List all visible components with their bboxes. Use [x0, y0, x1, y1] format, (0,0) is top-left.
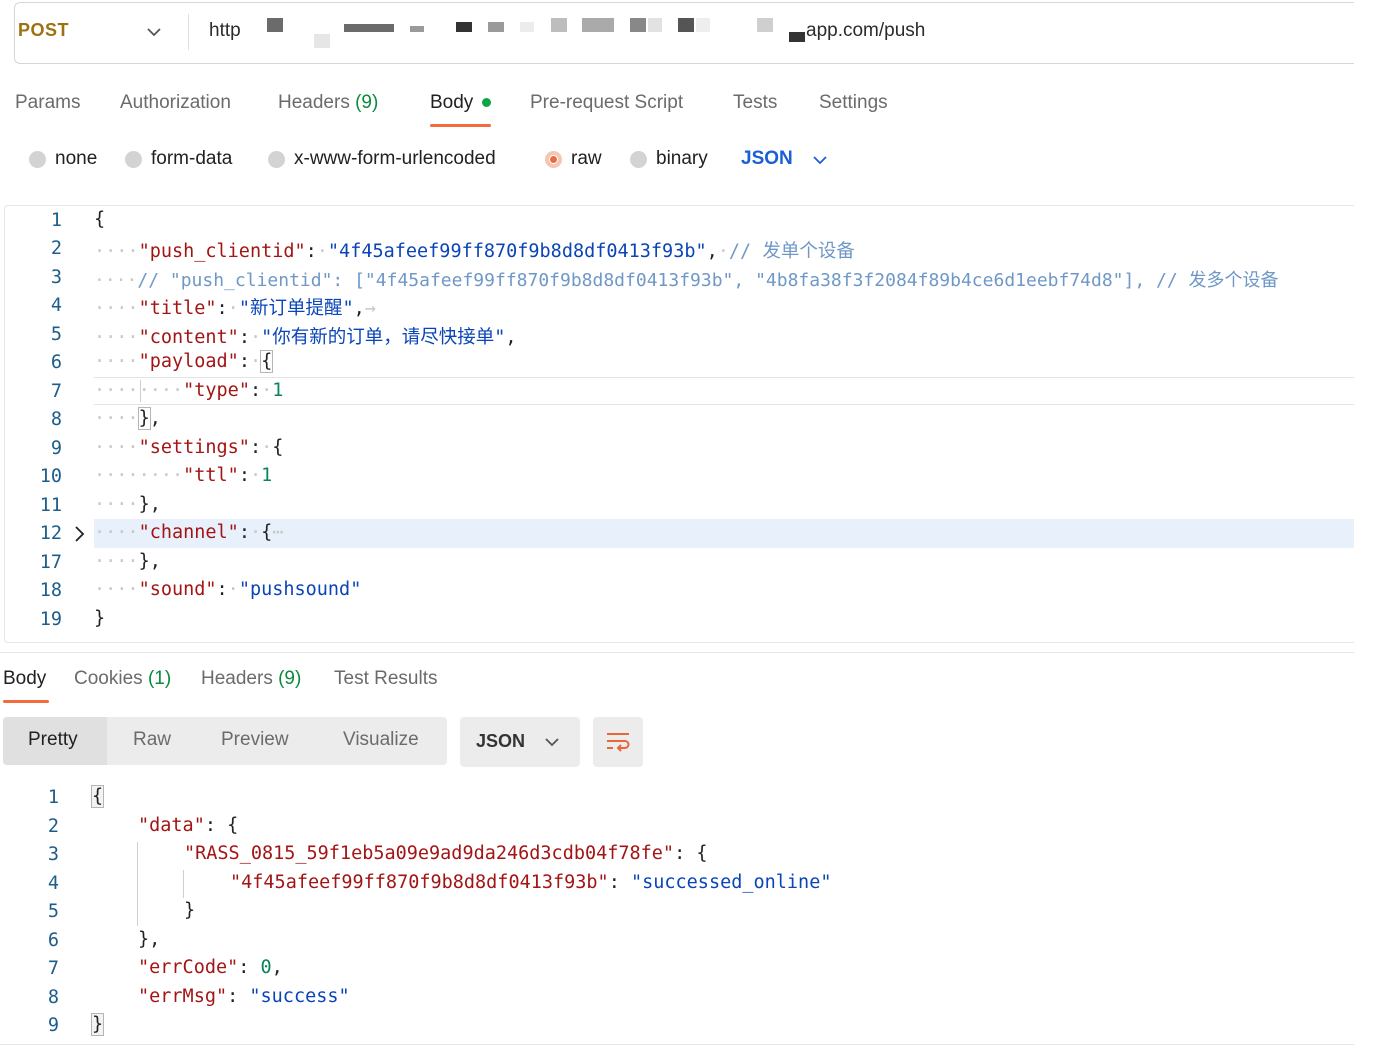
response-tab-headers-label: Headers: [201, 668, 273, 689]
line-number: 2: [50, 238, 62, 259]
radio-binary[interactable]: [630, 151, 647, 168]
method-select[interactable]: POST: [18, 20, 69, 41]
line-number: 4: [47, 873, 59, 894]
body-format-select[interactable]: JSON: [741, 148, 793, 170]
radio-urlencoded[interactable]: [268, 151, 285, 168]
line-number: 7: [47, 958, 59, 979]
indent-guide: [137, 842, 138, 926]
code-line: ····},: [94, 551, 161, 572]
chevron-down-icon[interactable]: [812, 152, 828, 168]
line-border: [94, 404, 1354, 405]
line-number: 9: [47, 1015, 59, 1036]
line-number: 3: [47, 844, 59, 865]
radio-form-data[interactable]: [125, 151, 142, 168]
radio-label-urlencoded[interactable]: x-www-form-urlencoded: [294, 148, 496, 170]
active-tab-underline: [3, 700, 49, 703]
tab-settings[interactable]: Settings: [819, 92, 888, 114]
code-line: ········"type":·1: [94, 380, 284, 401]
line-number: 17: [39, 552, 62, 573]
code-line: ····"channel":·{⋯: [94, 522, 284, 543]
line-number: 4: [50, 295, 62, 316]
view-mode-raw[interactable]: Raw: [133, 729, 171, 751]
response-line: }: [184, 900, 196, 921]
view-mode-preview[interactable]: Preview: [221, 729, 289, 751]
line-number: 12: [39, 523, 62, 544]
view-mode-visualize[interactable]: Visualize: [343, 729, 419, 751]
response-line: "4f45afeef99ff870f9b8d8df0413f93b": "suc…: [230, 872, 832, 893]
bottom-divider: [0, 1044, 1354, 1045]
response-line: },: [138, 929, 161, 950]
code-line: ····},: [94, 407, 161, 430]
response-tab-cookies-label: Cookies: [74, 668, 143, 689]
wrap-lines-icon: [607, 733, 630, 752]
response-line: "errMsg": "success": [138, 986, 350, 1007]
code-line: ····"sound":·"pushsound": [94, 579, 362, 600]
line-number: 6: [50, 352, 62, 373]
code-line: }: [94, 608, 106, 629]
tab-pre-request-script[interactable]: Pre-request Script: [530, 92, 683, 114]
url-divider: [188, 14, 189, 50]
tab-headers-label: Headers: [278, 92, 350, 113]
tab-authorization[interactable]: Authorization: [120, 92, 231, 114]
tab-headers[interactable]: Headers (9): [278, 92, 378, 114]
chevron-down-icon[interactable]: [146, 24, 162, 40]
line-number: 1: [50, 210, 62, 231]
url-host[interactable]: app.com/push: [806, 20, 925, 42]
radio-label-form-data[interactable]: form-data: [151, 148, 232, 170]
line-number: 8: [47, 987, 59, 1008]
response-line: "errCode": 0,: [138, 957, 283, 978]
line-number: 8: [50, 409, 62, 430]
radio-label-raw[interactable]: raw: [571, 148, 602, 170]
body-modified-dot: [482, 98, 491, 107]
line-number: 5: [50, 324, 62, 345]
tab-body[interactable]: Body: [430, 92, 473, 114]
response-tab-test-results[interactable]: Test Results: [334, 668, 437, 690]
code-line: ····"push_clientid":·"4f45afeef99ff870f9…: [94, 241, 855, 262]
response-line: "RASS_0815_59f1eb5a09e9ad9da246d3cdb04f7…: [184, 843, 708, 864]
line-number: 9: [50, 438, 62, 459]
active-tab-underline: [430, 124, 491, 127]
response-tab-headers[interactable]: Headers (9): [201, 668, 301, 690]
response-headers-count: (9): [278, 668, 302, 689]
line-number: 19: [39, 609, 62, 630]
code-line: ····"payload":·{: [94, 350, 274, 373]
indent-guide: [183, 870, 184, 898]
code-line: {: [94, 209, 106, 230]
radio-label-none[interactable]: none: [55, 148, 97, 170]
code-line: ····},: [94, 494, 161, 515]
line-border: [94, 377, 1354, 378]
response-tab-body[interactable]: Body: [3, 668, 46, 690]
radio-none[interactable]: [29, 151, 46, 168]
headers-count: (9): [355, 92, 379, 113]
code-line: ····"content":·"你有新的订单，请尽快接单",: [94, 327, 517, 348]
code-line: ····"settings":·{: [94, 437, 284, 458]
line-number: 5: [47, 901, 59, 922]
code-line: ····"title":·"新订单提醒",→: [94, 298, 376, 319]
line-number: 11: [39, 495, 62, 516]
tab-tests[interactable]: Tests: [733, 92, 777, 114]
line-number: 1: [47, 787, 59, 808]
cookies-count: (1): [147, 668, 172, 689]
line-number: 10: [39, 466, 62, 487]
radio-raw[interactable]: [545, 151, 562, 168]
line-number: 7: [50, 381, 62, 402]
chevron-down-icon: [545, 738, 559, 747]
url-input[interactable]: http: [209, 20, 241, 42]
response-format-label: JSON: [476, 731, 526, 751]
response-line: }: [90, 1013, 105, 1036]
tab-params[interactable]: Params: [15, 92, 80, 114]
line-number: 3: [50, 267, 62, 288]
code-line: ····// "push_clientid": ["4f45afeef99ff8…: [94, 270, 1279, 291]
response-line: {: [90, 785, 105, 808]
line-number: 18: [39, 580, 62, 601]
response-line: "data": {: [138, 815, 239, 836]
view-mode-pretty[interactable]: Pretty: [28, 729, 78, 751]
code-line: ········"ttl":·1: [94, 465, 273, 486]
line-number: 6: [47, 930, 59, 951]
fold-arrow-icon[interactable]: [74, 526, 86, 542]
response-tab-cookies[interactable]: Cookies (1): [74, 668, 171, 690]
section-divider: [0, 652, 1354, 653]
radio-label-binary[interactable]: binary: [656, 148, 708, 170]
line-number: 2: [47, 816, 59, 837]
